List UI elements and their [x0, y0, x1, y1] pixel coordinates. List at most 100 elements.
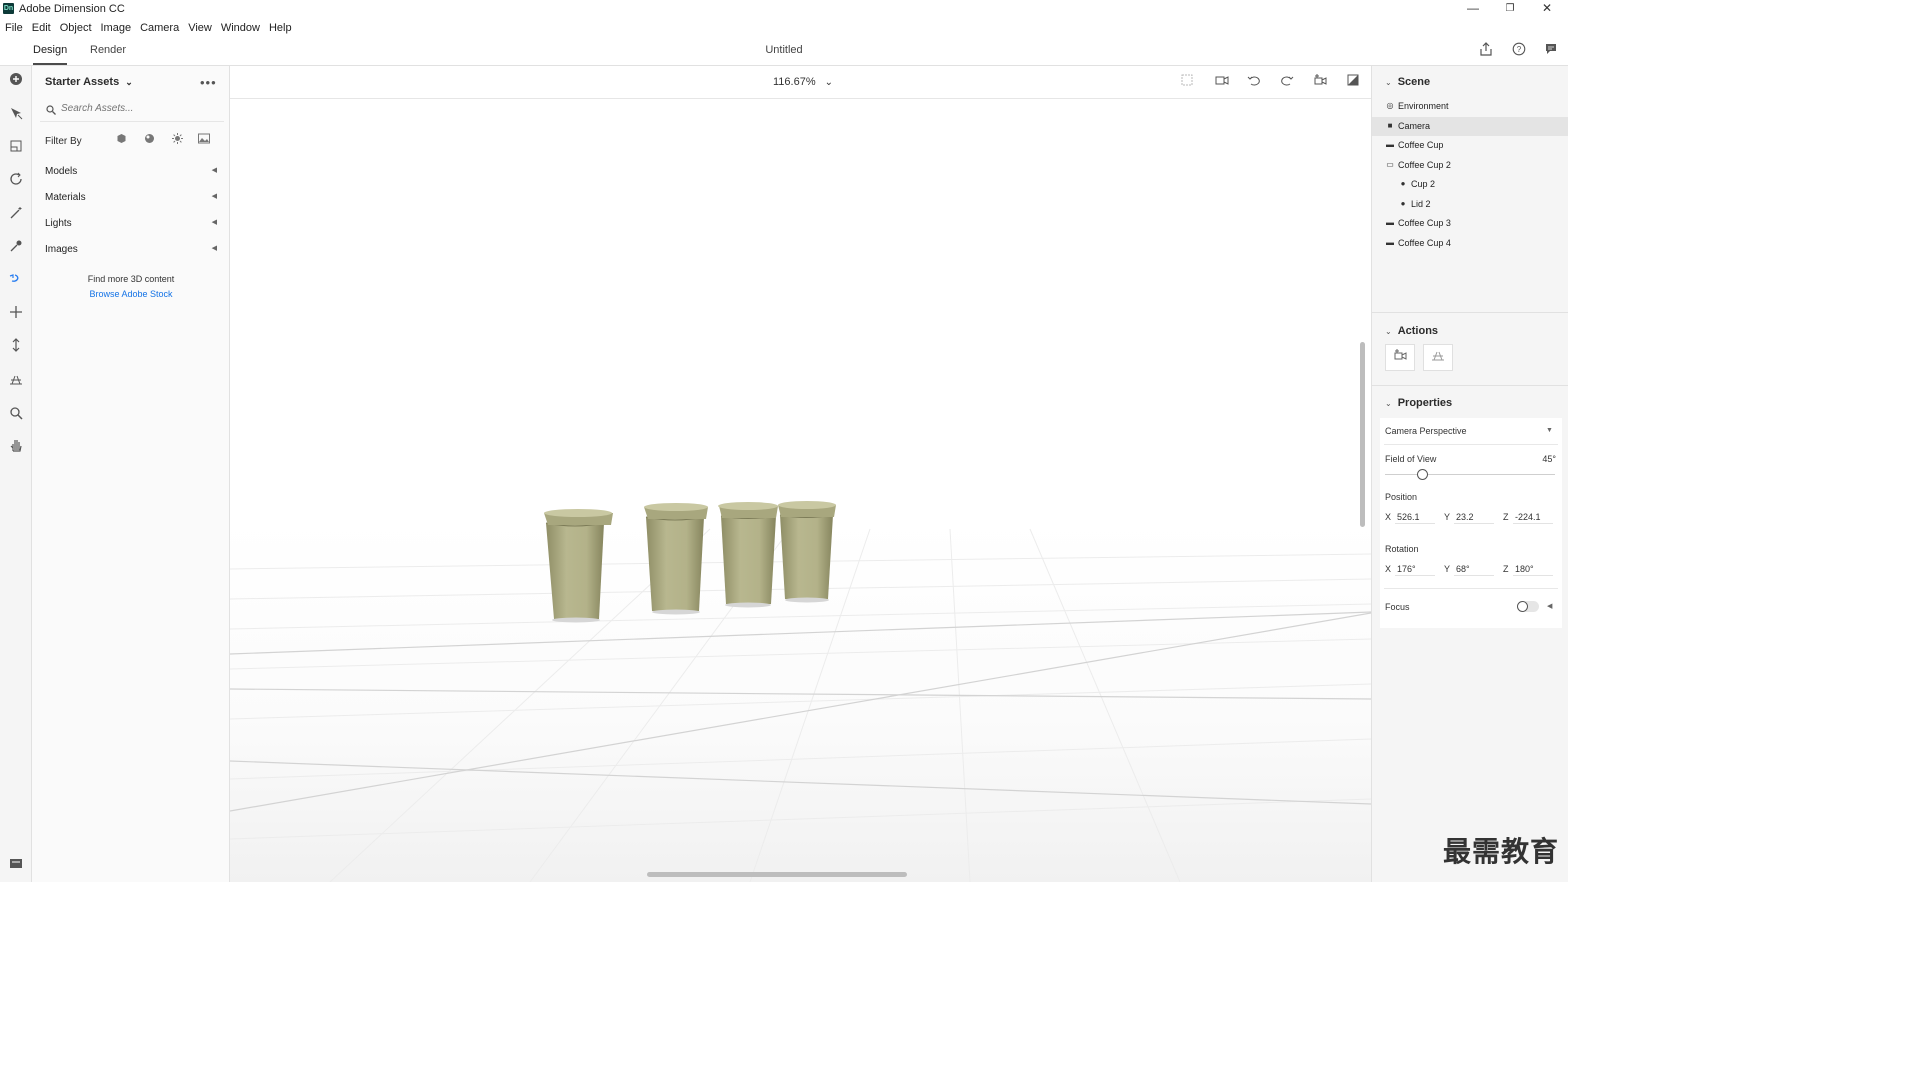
folder-open-icon: ▭ [1386, 160, 1394, 169]
assets-header-label: Starter Assets [45, 76, 120, 88]
pan-camera-icon[interactable] [7, 305, 25, 323]
fov-slider-handle[interactable] [1416, 469, 1428, 480]
collapse-arrow-icon[interactable]: ◀ [1547, 602, 1552, 610]
collapse-arrow-icon: ◀ [211, 167, 217, 174]
zoom-level-dropdown[interactable]: 116.67% ⌄ [773, 76, 833, 88]
filter-lights-icon[interactable] [170, 133, 184, 147]
scene-item-coffee-cup-2[interactable]: ▭ Coffee Cup 2 [1372, 156, 1568, 175]
scene-item-cup-2[interactable]: ● Cup 2 [1372, 175, 1568, 194]
render-preview-icon[interactable] [1345, 74, 1361, 90]
redo-camera-icon[interactable] [1279, 74, 1295, 90]
frame-selection-icon[interactable] [1179, 74, 1195, 90]
fov-slider-track[interactable] [1385, 474, 1555, 475]
add-content-icon[interactable] [7, 72, 25, 90]
window-title: Adobe Dimension CC [19, 3, 125, 15]
orbit-camera-icon[interactable] [7, 272, 25, 290]
properties-title: Properties [1397, 397, 1453, 409]
actions-section-header[interactable]: ⌄ Actions [1385, 325, 1438, 337]
share-icon[interactable] [1477, 42, 1495, 60]
menu-object[interactable]: Object [60, 22, 92, 34]
rotation-x-label: X [1385, 564, 1392, 574]
menu-window[interactable]: Window [221, 22, 260, 34]
layers-panel-icon[interactable] [7, 856, 25, 874]
scene-section-header[interactable]: ⌄ Scene [1385, 76, 1430, 88]
menu-bar: File Edit Object Image Camera View Windo… [0, 18, 1568, 37]
horizon-tool-icon[interactable] [7, 372, 25, 390]
rotation-y-label: Y [1444, 564, 1451, 574]
tab-render[interactable]: Render [90, 44, 126, 56]
restore-button[interactable]: ❐ [1492, 0, 1528, 18]
rotation-z-field[interactable]: 180° [1513, 562, 1553, 576]
category-images[interactable]: Images ◀ [45, 244, 217, 260]
close-button[interactable]: ✕ [1529, 0, 1565, 18]
assets-panel: Starter Assets ⌄ ••• Filter By Models ◀ M… [32, 66, 230, 882]
scene-item-lid-2[interactable]: ● Lid 2 [1372, 195, 1568, 214]
browse-adobe-stock-link[interactable]: Browse Adobe Stock [32, 289, 230, 299]
undo-camera-icon[interactable] [1246, 74, 1262, 90]
dropdown-arrow-icon[interactable]: ▼ [1546, 427, 1553, 434]
menu-edit[interactable]: Edit [32, 22, 51, 34]
tab-design[interactable]: Design [33, 44, 68, 65]
help-icon[interactable]: ? [1510, 42, 1528, 60]
magic-wand-icon[interactable] [7, 206, 25, 224]
collapse-arrow-icon: ◀ [211, 245, 217, 252]
divider [1384, 444, 1558, 445]
sample-tool-icon[interactable] [7, 239, 25, 257]
filter-models-icon[interactable] [114, 133, 128, 147]
chevron-down-icon: ⌄ [1385, 327, 1392, 336]
chevron-down-icon: ⌄ [824, 77, 834, 88]
folder-icon: ▬ [1386, 218, 1394, 227]
canvas-viewport: 116.67% ⌄ [229, 66, 1372, 883]
properties-section-header[interactable]: ⌄ Properties [1385, 397, 1452, 409]
camera-to-view-icon[interactable] [1214, 74, 1230, 90]
feedback-icon[interactable] [1542, 42, 1560, 60]
toggle-knob [1517, 601, 1528, 612]
match-perspective-button[interactable] [1423, 344, 1453, 371]
3d-scene-canvas[interactable] [229, 99, 1372, 883]
dolly-camera-icon[interactable] [7, 338, 25, 356]
add-camera-bookmark-button[interactable] [1385, 344, 1415, 371]
category-label: Models [45, 166, 78, 177]
search-box[interactable] [40, 98, 224, 122]
fov-value: 45° [1542, 454, 1556, 464]
menu-camera[interactable]: Camera [140, 22, 179, 34]
category-models[interactable]: Models ◀ [45, 166, 217, 182]
scene-item-coffee-cup[interactable]: ▬ Coffee Cup [1372, 136, 1568, 155]
menu-image[interactable]: Image [101, 22, 132, 34]
hand-tool-icon[interactable] [7, 438, 25, 456]
rotation-x-field[interactable]: 176° [1395, 562, 1435, 576]
menu-help[interactable]: Help [269, 22, 292, 34]
search-input[interactable] [61, 103, 211, 114]
viewport-toolbar: 116.67% ⌄ [230, 66, 1371, 99]
filter-materials-icon[interactable] [142, 133, 156, 147]
menu-file[interactable]: File [5, 22, 23, 34]
scene-item-environment[interactable]: ◎ Environment [1372, 97, 1568, 116]
document-title: Untitled [765, 44, 803, 56]
chevron-down-icon: ⌄ [1385, 399, 1392, 408]
scene-item-coffee-cup-4[interactable]: ▬ Coffee Cup 4 [1372, 234, 1568, 253]
rotation-y-field[interactable]: 68° [1454, 562, 1494, 576]
scene-item-coffee-cup-3[interactable]: ▬ Coffee Cup 3 [1372, 214, 1568, 233]
more-options-icon[interactable]: ••• [200, 75, 217, 90]
starter-assets-dropdown[interactable]: Starter Assets ⌄ [45, 76, 133, 88]
position-y-field[interactable]: 23.2 [1454, 510, 1494, 524]
rotate-tool-icon[interactable] [7, 172, 25, 190]
select-tool-icon[interactable] [7, 106, 25, 124]
minimize-button[interactable]: — [1455, 0, 1491, 18]
save-camera-bookmark-icon[interactable] [1312, 74, 1328, 90]
zoom-tool-icon[interactable] [7, 406, 25, 424]
category-materials[interactable]: Materials ◀ [45, 192, 217, 208]
focus-toggle[interactable] [1517, 601, 1539, 612]
filter-images-icon[interactable] [197, 133, 211, 147]
scene-item-camera[interactable]: ■ Camera [1372, 117, 1568, 136]
fov-label: Field of View [1385, 454, 1437, 464]
mode-tab-bar: Design Render Untitled ? [0, 37, 1568, 66]
filter-by-label: Filter By [45, 136, 82, 147]
move-tool-icon[interactable] [7, 139, 25, 157]
camera-mode-select[interactable]: Camera Perspective [1385, 426, 1467, 436]
category-lights[interactable]: Lights ◀ [45, 218, 217, 234]
search-icon [46, 105, 56, 115]
menu-view[interactable]: View [188, 22, 212, 34]
position-x-field[interactable]: 526.1 [1395, 510, 1435, 524]
position-z-field[interactable]: -224.1 [1513, 510, 1553, 524]
